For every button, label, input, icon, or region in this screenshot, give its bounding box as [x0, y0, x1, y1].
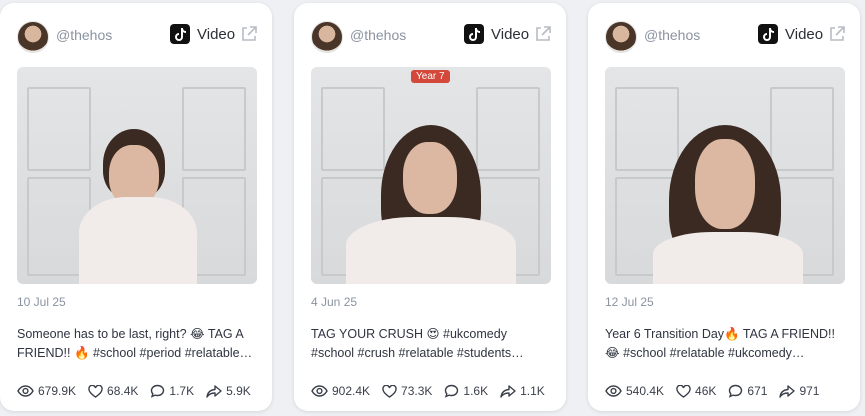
handle[interactable]: @thehos — [56, 27, 112, 43]
platform-label: Video — [785, 26, 824, 43]
views-count: 679.9K — [38, 384, 77, 398]
platform-label: Video — [491, 26, 530, 43]
tiktok-icon — [464, 24, 484, 44]
overlay-badge: Year 7 — [411, 70, 450, 83]
heart-icon — [382, 384, 397, 398]
views-stat: 679.9K — [17, 384, 76, 398]
handle[interactable]: @thehos — [644, 27, 700, 43]
card-header: @thehos Video — [588, 3, 860, 65]
comments-count: 671 — [747, 384, 768, 398]
views-count: 902.4K — [332, 384, 371, 398]
share-icon — [779, 384, 796, 398]
shares-count: 1.1K — [520, 384, 545, 398]
views-stat: 540.4K — [605, 384, 664, 398]
comment-icon — [151, 384, 165, 398]
caption: TAG YOUR CRUSH 😍 #ukcomedy #school #crus… — [311, 327, 524, 360]
comments-stat: 671 — [728, 384, 767, 398]
post-card[interactable]: @thehos Video 10 Jul 25 Someone has to b… — [0, 3, 272, 411]
stats-row: 679.9K 68.4K 1.7K 5.9K — [17, 381, 260, 401]
likes-stat: 46K — [676, 384, 716, 398]
card-header: @thehos Video — [0, 3, 272, 65]
comments-count: 1.6K — [463, 384, 489, 398]
eye-icon — [311, 385, 328, 397]
eye-icon — [605, 385, 622, 397]
comments-count: 1.7K — [169, 384, 195, 398]
caption: Someone has to be last, right? 😂 TAG A F… — [17, 327, 253, 360]
comment-icon — [445, 384, 459, 398]
heart-icon — [676, 384, 691, 398]
stats-row: 902.4K 73.3K 1.6K 1.1K — [311, 381, 554, 401]
post-date: 4 Jun 25 — [311, 295, 358, 309]
shares-stat: 1.1K — [500, 384, 545, 398]
post-card[interactable]: @thehos Video Year 7 4 Jun 25 TAG YOUR C… — [294, 3, 566, 411]
post-date: 12 Jul 25 — [605, 295, 654, 309]
video-thumbnail[interactable] — [605, 67, 845, 284]
comments-stat: 1.6K — [444, 384, 488, 398]
tiktok-icon — [170, 24, 190, 44]
caption: Year 6 Transition Day🔥 TAG A FRIEND!! 😂 … — [605, 327, 836, 360]
external-link-icon[interactable] — [828, 25, 846, 43]
views-stat: 902.4K — [311, 384, 370, 398]
comments-stat: 1.7K — [150, 384, 194, 398]
share-icon — [500, 384, 516, 398]
heart-icon — [88, 384, 103, 398]
tiktok-icon — [758, 24, 778, 44]
comment-icon — [729, 384, 743, 398]
shares-stat: 971 — [779, 384, 819, 398]
share-icon — [206, 384, 222, 398]
likes-count: 46K — [695, 384, 717, 398]
shares-stat: 5.9K — [206, 384, 251, 398]
video-thumbnail[interactable] — [311, 67, 551, 284]
platform-label: Video — [197, 26, 236, 43]
views-count: 540.4K — [626, 384, 665, 398]
post-date: 10 Jul 25 — [17, 295, 66, 309]
post-card[interactable]: @thehos Video 12 Jul 25 Year 6 Transitio… — [588, 3, 860, 411]
video-thumbnail[interactable] — [17, 67, 257, 284]
avatar[interactable] — [311, 21, 343, 53]
avatar[interactable] — [17, 21, 49, 53]
shares-count: 5.9K — [226, 384, 251, 398]
external-link-icon[interactable] — [534, 25, 552, 43]
likes-stat: 68.4K — [88, 384, 138, 398]
avatar[interactable] — [605, 21, 637, 53]
shares-count: 971 — [799, 384, 820, 398]
card-header: @thehos Video — [294, 3, 566, 65]
likes-stat: 73.3K — [382, 384, 432, 398]
handle[interactable]: @thehos — [350, 27, 406, 43]
stats-row: 540.4K 46K 671 971 — [605, 381, 848, 401]
likes-count: 73.3K — [401, 384, 433, 398]
likes-count: 68.4K — [107, 384, 139, 398]
eye-icon — [17, 385, 34, 397]
external-link-icon[interactable] — [240, 25, 258, 43]
